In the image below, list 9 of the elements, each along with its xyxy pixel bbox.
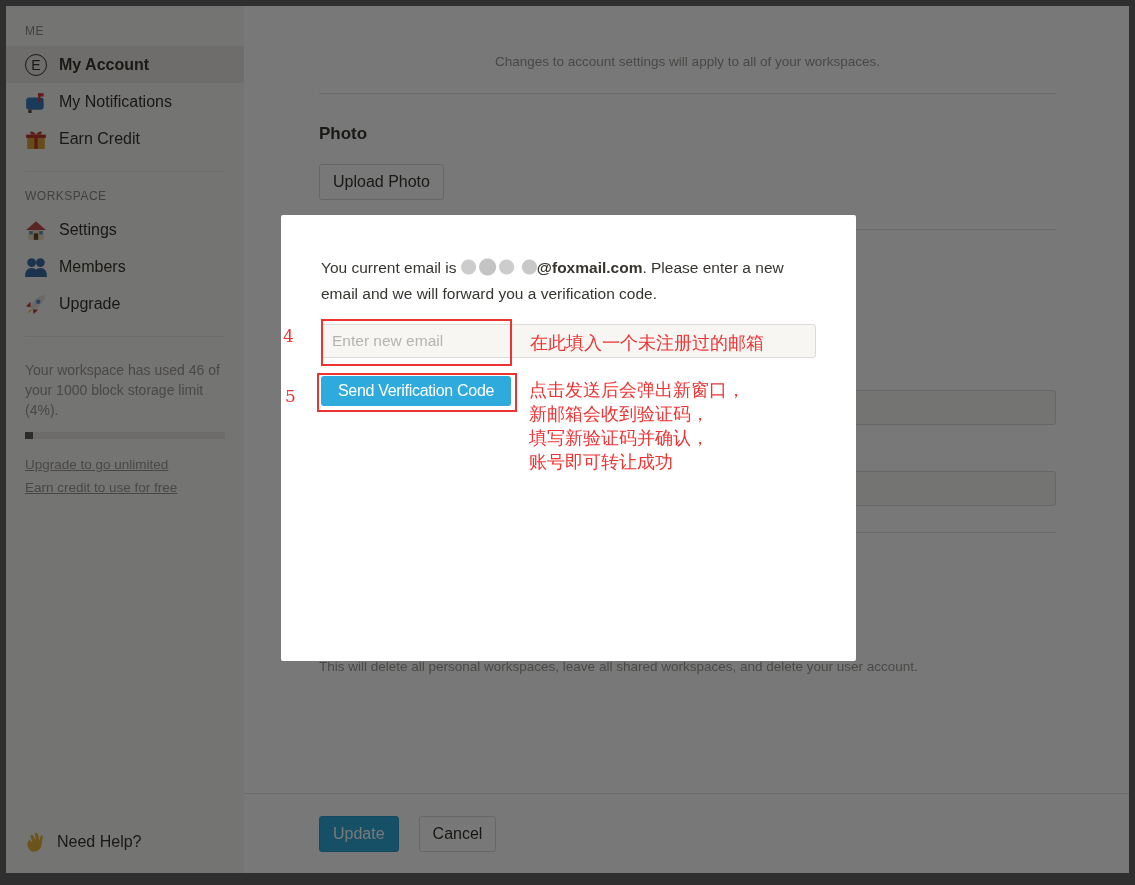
section-heading: Photo [319, 124, 369, 144]
annotation-note: 新邮箱会收到验证码， [529, 403, 709, 426]
annotation-note: 账号即可转让成功 [529, 451, 673, 474]
step-number: 4 [283, 326, 294, 346]
annotation-note: 填写新验证码并确认， [529, 427, 709, 450]
annotation-note: 在此填入一个未注册过的邮箱 [530, 332, 764, 355]
message-text: You current email is @foxmail.com. Please enter a new email and we will forward you a verification code. [321, 257, 785, 304]
step-number: 5 [285, 386, 296, 406]
annotation-note: 点击发送后会弹出新窗口， [529, 379, 745, 402]
